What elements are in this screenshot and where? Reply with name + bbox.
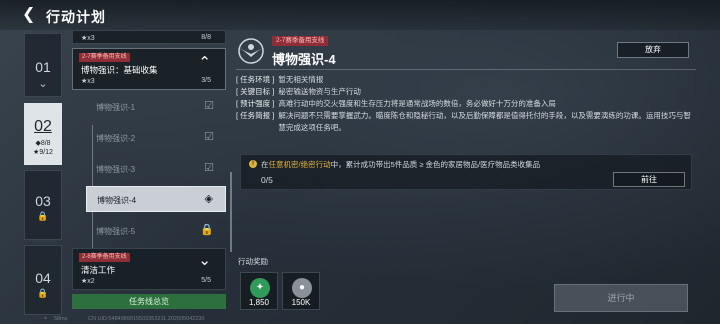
goto-button[interactable]: 前往 bbox=[613, 172, 685, 187]
quest-progress: 8/8 bbox=[201, 34, 211, 41]
abandon-button[interactable]: 放弃 bbox=[617, 42, 689, 58]
info-value: 暂无相关情报 bbox=[278, 75, 324, 84]
rewards-label: 行动奖励 bbox=[238, 257, 268, 266]
in-progress-button[interactable]: 进行中 bbox=[554, 284, 688, 312]
quest-progress: 3/5 bbox=[201, 77, 211, 84]
quest-tag: 2-7赛季备用支线 bbox=[79, 53, 130, 62]
quest-progress: 5/5 bbox=[201, 277, 211, 284]
lock-icon: 🔒 bbox=[37, 211, 49, 221]
sub-quest-item[interactable]: 博物强识-5 🔒 bbox=[86, 218, 226, 244]
quest-card-collapsed[interactable]: 2-8赛季备用支线 清洁工作 ★x2 ⌄ 5/5 bbox=[72, 248, 226, 290]
scrollbar[interactable] bbox=[230, 172, 232, 252]
top-bar: ❮ 行动计划 bbox=[0, 0, 720, 30]
info-row: [ 关键目标 ] 秘密输送物资与生产行动 bbox=[236, 86, 696, 98]
ping-text: 58ms bbox=[54, 316, 68, 322]
sub-quest-label: 博物强识-1 bbox=[96, 103, 136, 112]
sub-quest-item[interactable]: 博物强识-2 ☑ bbox=[86, 125, 226, 151]
quest-tag: 2-8赛季备用支线 bbox=[79, 253, 130, 262]
info-value: 高难行动中的交火强度和生存压力将是通常战场的数倍，务必做好十万分的准备入局 bbox=[278, 99, 556, 108]
info-value: 解决问题不只需要掌握武力。瞄度陈仓和隐秘行动，以及后勤保障都是值得托付的手段，以… bbox=[278, 111, 691, 132]
wifi-icon: ≈ bbox=[44, 316, 48, 322]
info-row: [ 预计强度 ] 高难行动中的交火强度和生存压力将是通常战场的数倍，务必做好十万… bbox=[236, 98, 696, 110]
reward-count: 150K bbox=[291, 298, 311, 307]
coin-icon: ● bbox=[292, 278, 312, 298]
info-row: [ 任务环境 ] 暂无相关情报 bbox=[236, 74, 696, 86]
eagle-emblem-icon bbox=[238, 38, 264, 64]
chapter-number: 04 bbox=[35, 270, 51, 286]
chapter-tab-02[interactable]: 02 ◆8/8 ★9/12 bbox=[24, 103, 62, 165]
info-key: [ 任务环境 ] bbox=[236, 75, 275, 84]
info-key: [ 关键目标 ] bbox=[236, 87, 275, 96]
info-value: 秘密输送物资与生产行动 bbox=[278, 87, 361, 96]
info-key: [ 预计强度 ] bbox=[236, 99, 275, 108]
sub-quest-label: 博物强识-5 bbox=[96, 227, 136, 236]
chapter-stat-diamond: ◆8/8 bbox=[35, 140, 51, 147]
chapter-stat-star: ★9/12 bbox=[33, 149, 53, 156]
objective-highlight: 任意机密/绝密行动 bbox=[268, 160, 331, 169]
objective-text: 在任意机密/绝密行动中，累计成功带出5件品质 ≥ 金色的家居物品/医疗物品类收集… bbox=[261, 160, 541, 169]
sub-quest-label: 博物强识-4 bbox=[97, 196, 137, 205]
quest-stars: ★x3 bbox=[81, 35, 95, 42]
uid-text: CN UID:5484989915503353211.202605042230 bbox=[88, 316, 205, 322]
quest-name: 清洁工作 bbox=[81, 265, 116, 275]
page-title: 行动计划 bbox=[46, 9, 106, 25]
medal-check-icon: ☑ bbox=[204, 100, 214, 112]
medal-icon: ✦ bbox=[250, 278, 270, 298]
chapter-tab-03[interactable]: 03 🔒 bbox=[24, 170, 62, 240]
mission-detail: 2-7赛季备用支线 博物强识-4 放弃 [ 任务环境 ] 暂无相关情报 [ 关键… bbox=[236, 30, 720, 324]
chevron-down-icon: ⌄ bbox=[38, 78, 48, 90]
sub-quest-item[interactable]: 博物强识-3 ☑ bbox=[86, 156, 226, 182]
chapter-tab-01[interactable]: 01 ⌄ bbox=[24, 33, 62, 97]
divider bbox=[236, 69, 696, 70]
mission-tag: 2-7赛季备用支线 bbox=[272, 36, 329, 46]
back-arrow-icon[interactable]: ❮ bbox=[22, 6, 40, 24]
chapter-tab-04[interactable]: 04 🔒 bbox=[24, 245, 62, 315]
medal-check-icon: ☑ bbox=[204, 162, 214, 174]
chapter-number: 01 bbox=[35, 59, 51, 75]
objective-box: ! 在任意机密/绝密行动中，累计成功带出5件品质 ≥ 金色的家居物品/医疗物品类… bbox=[240, 154, 692, 190]
status-footer: ≈ 58ms CN UID:5484989915503353211.202605… bbox=[0, 314, 720, 324]
sub-quest-item[interactable]: 博物强识-1 ☑ bbox=[86, 94, 226, 120]
quest-card-expanded[interactable]: 2-7赛季备用支线 博物强识：基础收集 ★x3 ⌃ 3/5 bbox=[72, 48, 226, 90]
quest-card-collapsed[interactable]: ★x3 8/8 bbox=[72, 30, 226, 44]
quest-list: ★x3 8/8 2-7赛季备用支线 博物强识：基础收集 ★x3 ⌃ 3/5 博物… bbox=[72, 30, 228, 324]
chapter-number: 02 bbox=[34, 118, 52, 135]
lock-icon: 🔒 bbox=[37, 288, 49, 298]
chevron-up-icon[interactable]: ⌃ bbox=[198, 53, 211, 71]
reward-item[interactable]: ✦ 1,850 bbox=[240, 272, 278, 310]
reward-item[interactable]: ● 150K bbox=[282, 272, 320, 310]
quest-stars: ★x2 bbox=[81, 278, 95, 285]
sub-quest-item-active[interactable]: 博物强识-4 ◈ bbox=[86, 186, 226, 212]
mission-title: 博物强识-4 bbox=[272, 52, 336, 67]
medal-check-icon: ☑ bbox=[204, 131, 214, 143]
info-key: [ 任务简报 ] bbox=[236, 111, 275, 120]
chevron-down-icon[interactable]: ⌄ bbox=[198, 251, 211, 269]
sub-quest-label: 博物强识-3 bbox=[96, 165, 136, 174]
target-diamond-icon: ◈ bbox=[204, 193, 213, 205]
info-icon: ! bbox=[249, 160, 257, 168]
quest-stars: ★x3 bbox=[81, 78, 95, 85]
sub-quest-label: 博物强识-2 bbox=[96, 134, 136, 143]
quest-name: 博物强识：基础收集 bbox=[81, 65, 158, 75]
objective-count: 0/5 bbox=[261, 175, 273, 185]
lock-icon: 🔒 bbox=[200, 224, 214, 236]
chapter-number: 03 bbox=[35, 193, 51, 209]
mission-info: [ 任务环境 ] 暂无相关情报 [ 关键目标 ] 秘密输送物资与生产行动 [ 预… bbox=[236, 74, 696, 134]
info-row: [ 任务简报 ] 解决问题不只需要掌握武力。瞄度陈仓和隐秘行动，以及后勤保障都是… bbox=[236, 110, 696, 134]
reward-count: 1,850 bbox=[248, 298, 270, 307]
questline-overview-button[interactable]: 任务线总览 bbox=[72, 294, 226, 309]
